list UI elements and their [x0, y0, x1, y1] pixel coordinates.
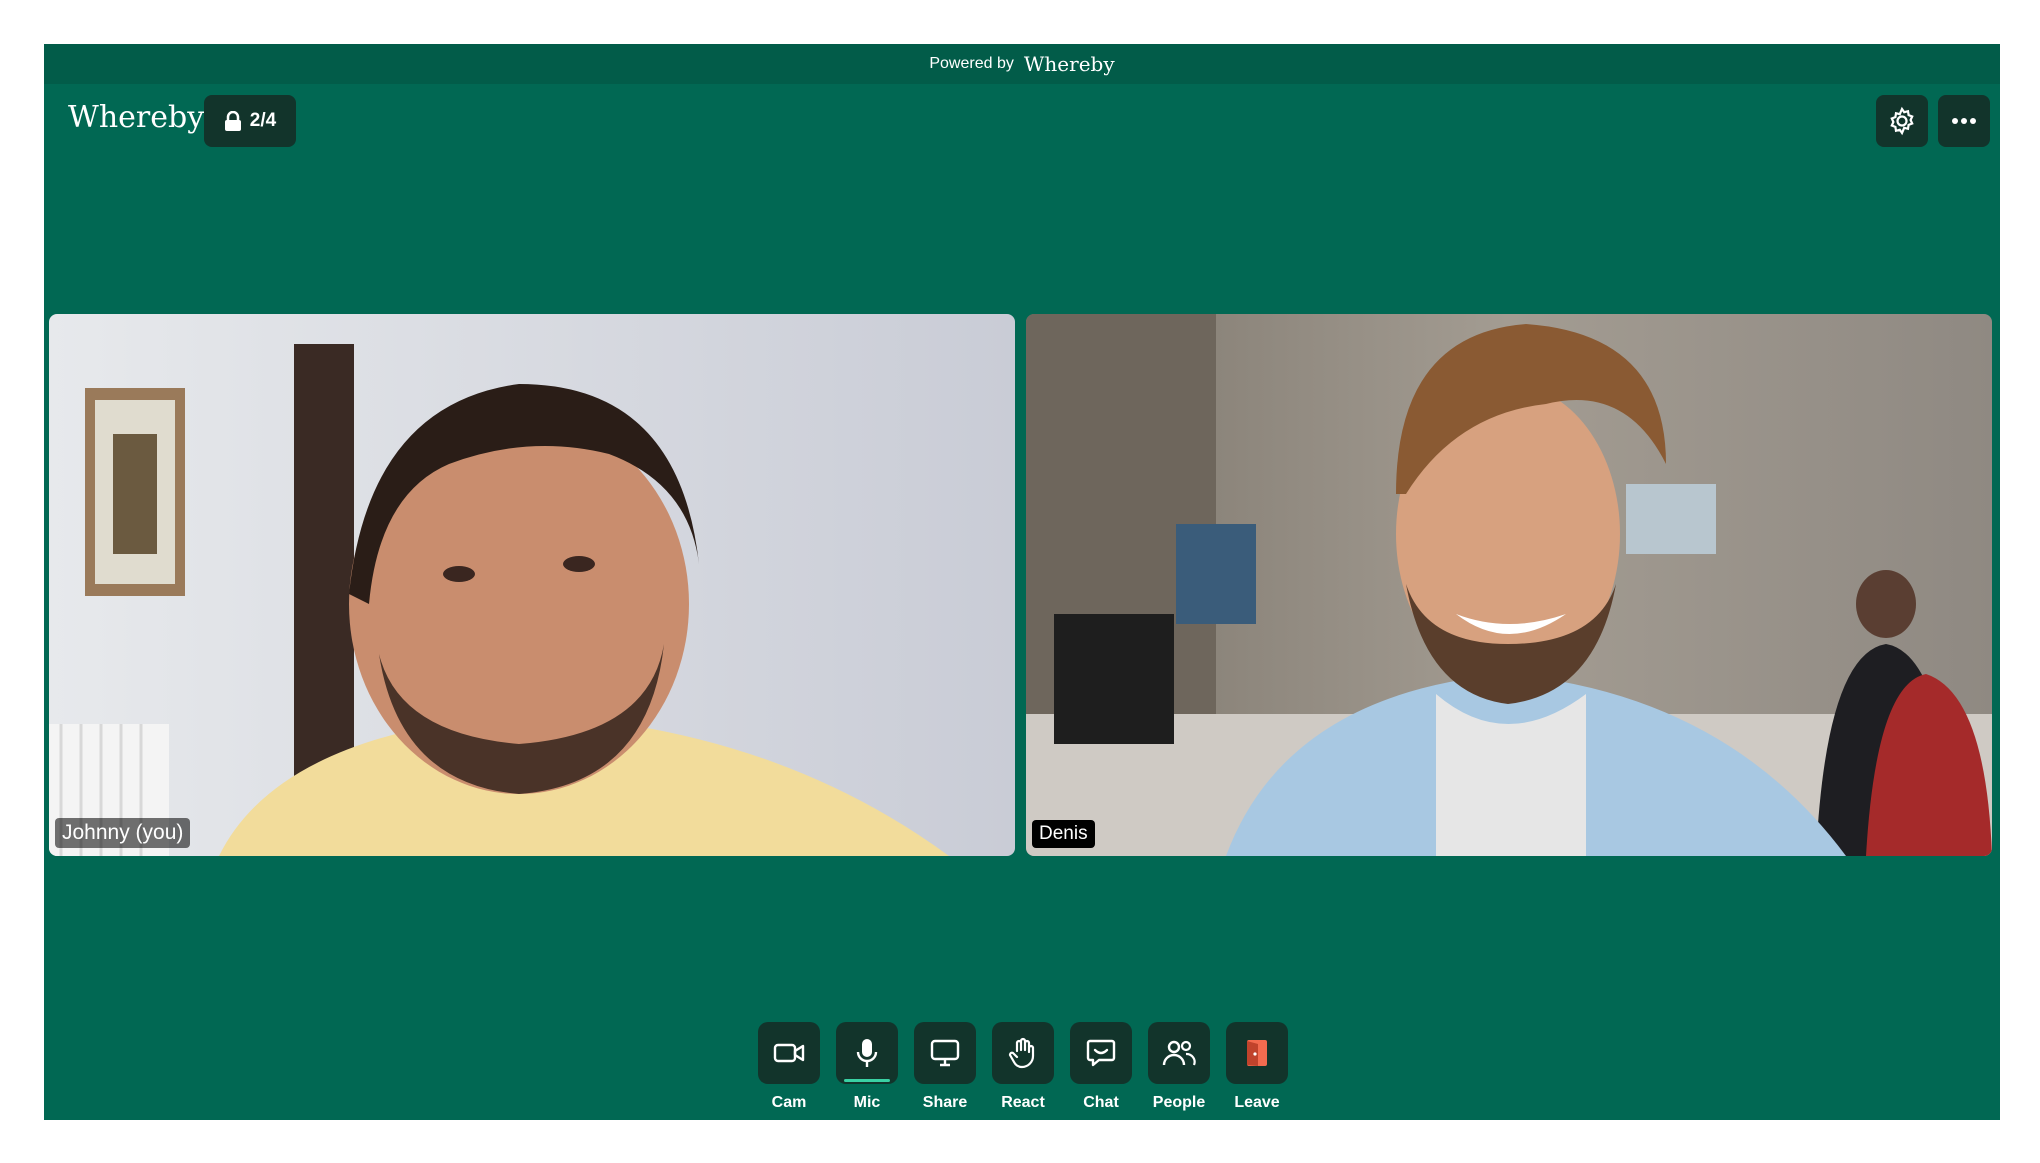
share-label: Share [922, 1094, 968, 1111]
powered-by-banner: Powered by Whereby [44, 44, 2000, 84]
johnny-video-feed [49, 314, 1015, 856]
settings-button[interactable] [1876, 95, 1928, 147]
room-lock-badge[interactable]: 2/4 [204, 95, 296, 147]
ellipsis-icon [1952, 118, 1976, 124]
chat-button-surface[interactable] [1070, 1022, 1132, 1084]
microphone-icon [856, 1039, 878, 1067]
leave-label: Leave [1234, 1094, 1280, 1111]
leave-button-surface[interactable] [1226, 1022, 1288, 1084]
mic-button[interactable]: Mic [836, 1022, 898, 1112]
powered-by-brand[interactable]: Whereby [1024, 52, 1115, 76]
react-button-surface[interactable] [992, 1022, 1054, 1084]
powered-by-text: Powered by [929, 55, 1014, 72]
chat-label: Chat [1083, 1094, 1119, 1111]
participant-name-tag: Johnny (you) [55, 818, 191, 848]
call-controls-toolbar: Cam Mic Share React Chat People Leave [758, 1022, 1288, 1112]
whereby-logo[interactable]: Whereby [68, 100, 204, 135]
gear-icon [1890, 106, 1914, 136]
people-button[interactable]: People [1148, 1022, 1210, 1112]
chat-button[interactable]: Chat [1070, 1022, 1132, 1112]
cam-button-surface[interactable] [758, 1022, 820, 1084]
mic-label: Mic [853, 1094, 881, 1111]
chat-bubble-icon [1086, 1039, 1116, 1067]
people-label: People [1152, 1094, 1206, 1111]
participant-name-tag: Denis [1032, 820, 1095, 848]
video-tile-denis[interactable]: Denis [1026, 314, 1992, 856]
denis-video-feed [1026, 314, 1992, 856]
mic-button-surface[interactable] [836, 1022, 898, 1084]
leave-door-icon [1247, 1040, 1267, 1066]
cam-button[interactable]: Cam [758, 1022, 820, 1112]
screen-share-icon [930, 1039, 960, 1067]
leave-button[interactable]: Leave [1226, 1022, 1288, 1112]
people-button-surface[interactable] [1148, 1022, 1210, 1084]
react-button[interactable]: React [992, 1022, 1054, 1112]
hand-wave-icon [1008, 1037, 1035, 1069]
participant-count: 2/4 [249, 110, 277, 131]
video-tile-johnny[interactable]: Johnny (you) [49, 314, 1015, 856]
more-options-button[interactable] [1938, 95, 1990, 147]
cam-label: Cam [771, 1094, 807, 1111]
meeting-room: Powered by Whereby Whereby 2/4 Johnny (y… [44, 44, 2000, 1120]
people-icon [1162, 1040, 1196, 1066]
share-button[interactable]: Share [914, 1022, 976, 1112]
react-label: React [1001, 1094, 1045, 1111]
lock-icon [224, 111, 241, 131]
camera-icon [773, 1043, 805, 1063]
share-button-surface[interactable] [914, 1022, 976, 1084]
